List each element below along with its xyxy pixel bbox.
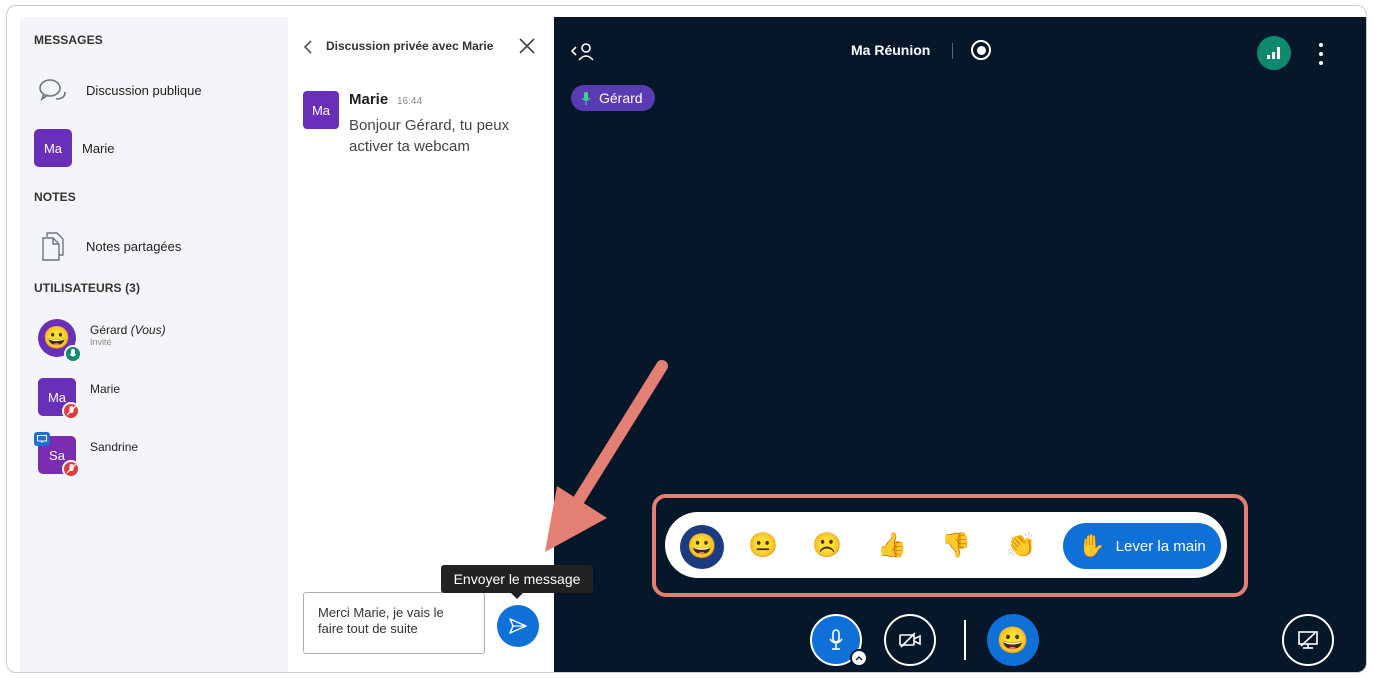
microphone-muted-icon xyxy=(62,402,80,420)
app-window: MESSAGES Discussion publique Ma Marie NO… xyxy=(6,5,1367,673)
camera-off-icon xyxy=(899,632,921,648)
microphone-icon xyxy=(829,629,843,650)
message-text: Bonjour Gérard, tu peux activer ta webca… xyxy=(349,117,510,155)
send-tooltip: Envoyer le message xyxy=(441,565,593,599)
talking-indicator: Gérard xyxy=(571,85,655,111)
user-name: Marie xyxy=(90,382,121,396)
users-section-title: UTILISATEURS (3) xyxy=(34,281,141,295)
reaction-neutral-icon[interactable]: 😐 xyxy=(748,532,778,560)
presentation-toggle-button[interactable] xyxy=(1282,614,1334,666)
user-role: Invité xyxy=(90,337,112,347)
presentation-icon xyxy=(34,432,50,446)
notes-section-title: NOTES xyxy=(34,190,76,204)
record-button[interactable] xyxy=(971,40,991,60)
send-icon xyxy=(509,618,527,634)
microphone-muted-icon xyxy=(62,460,80,478)
reaction-thumbs-up-icon[interactable]: 👍 xyxy=(877,532,907,560)
messages-section-title: MESSAGES xyxy=(34,33,103,47)
meeting-area: Ma Réunion Gérard 😀 😐 ☹️ 👍 👎 👏 ✋ Lever l… xyxy=(554,17,1366,672)
sidebar-item-label: Notes partagées xyxy=(86,238,182,254)
title-divider xyxy=(952,43,953,59)
webcam-button[interactable] xyxy=(884,614,936,666)
reaction-thumbs-down-icon[interactable]: 👎 xyxy=(941,532,971,560)
connection-status-button[interactable] xyxy=(1257,36,1291,70)
avatar: 😀 xyxy=(38,319,82,363)
chat-panel: Discussion privée avec Marie Ma Marie 16… xyxy=(288,17,593,672)
talking-user-name: Gérard xyxy=(599,90,643,106)
sidebar-item-public-chat[interactable]: Discussion publique xyxy=(34,70,284,110)
sidebar: MESSAGES Discussion publique Ma Marie NO… xyxy=(20,17,288,672)
send-message-button[interactable] xyxy=(497,605,539,647)
user-list-item-marie[interactable]: Ma Marie xyxy=(38,378,288,422)
user-name: Sandrine xyxy=(90,440,139,454)
user-list-item-gerard[interactable]: 😀 Gérard (Vous) Invité xyxy=(38,319,288,363)
message-author: Marie xyxy=(349,91,389,108)
user-list-item-sandrine[interactable]: Sa Sandrine xyxy=(34,432,288,480)
user-name: Gérard (Vous) xyxy=(90,323,166,337)
avatar: Ma xyxy=(34,129,72,167)
reaction-sad-icon[interactable]: ☹️ xyxy=(812,532,842,560)
sidebar-item-private-chat-marie[interactable]: Ma Marie xyxy=(34,128,284,168)
raised-hand-icon: ✋ xyxy=(1078,533,1106,558)
avatar: Ma xyxy=(38,378,80,420)
reaction-applause-icon[interactable]: 👏 xyxy=(1006,532,1036,560)
sidebar-item-label: Discussion publique xyxy=(86,82,202,98)
audio-settings-chevron-icon[interactable] xyxy=(850,649,868,667)
chat-title: Discussion privée avec Marie xyxy=(326,39,494,53)
signal-icon xyxy=(1267,47,1280,59)
back-chevron-icon[interactable] xyxy=(300,38,318,56)
chat-bubbles-icon xyxy=(34,71,72,109)
message-avatar: Ma xyxy=(303,91,339,129)
sidebar-item-shared-notes[interactable]: Notes partagées xyxy=(34,226,284,266)
microphone-icon xyxy=(581,91,591,105)
you-label: (Vous) xyxy=(130,323,166,337)
toggle-user-list-icon[interactable] xyxy=(570,41,596,63)
options-menu-icon[interactable] xyxy=(1316,43,1326,65)
sidebar-item-label: Marie xyxy=(82,140,115,156)
message-time: 16:44 xyxy=(397,96,423,107)
reaction-smiley-icon[interactable]: 😀 xyxy=(680,525,724,569)
smiley-icon: 😀 xyxy=(996,624,1030,655)
document-icon xyxy=(34,227,72,265)
meeting-title: Ma Réunion xyxy=(851,42,931,58)
avatar-initials: Sa xyxy=(49,447,65,463)
avatar-initials: Ma xyxy=(47,389,67,405)
message-input[interactable]: Merci Marie, je vais le faire tout de su… xyxy=(303,592,485,654)
raise-hand-label: Lever la main xyxy=(1115,537,1206,555)
raise-hand-button[interactable]: ✋ Lever la main xyxy=(1063,523,1221,569)
user-name-text: Gérard xyxy=(90,323,128,337)
controls-divider xyxy=(964,620,966,660)
reactions-button[interactable]: 😀 xyxy=(987,614,1039,666)
presentation-off-icon xyxy=(1298,631,1318,649)
close-icon[interactable] xyxy=(517,36,537,56)
avatar: Sa xyxy=(34,432,80,478)
microphone-icon xyxy=(64,345,82,363)
